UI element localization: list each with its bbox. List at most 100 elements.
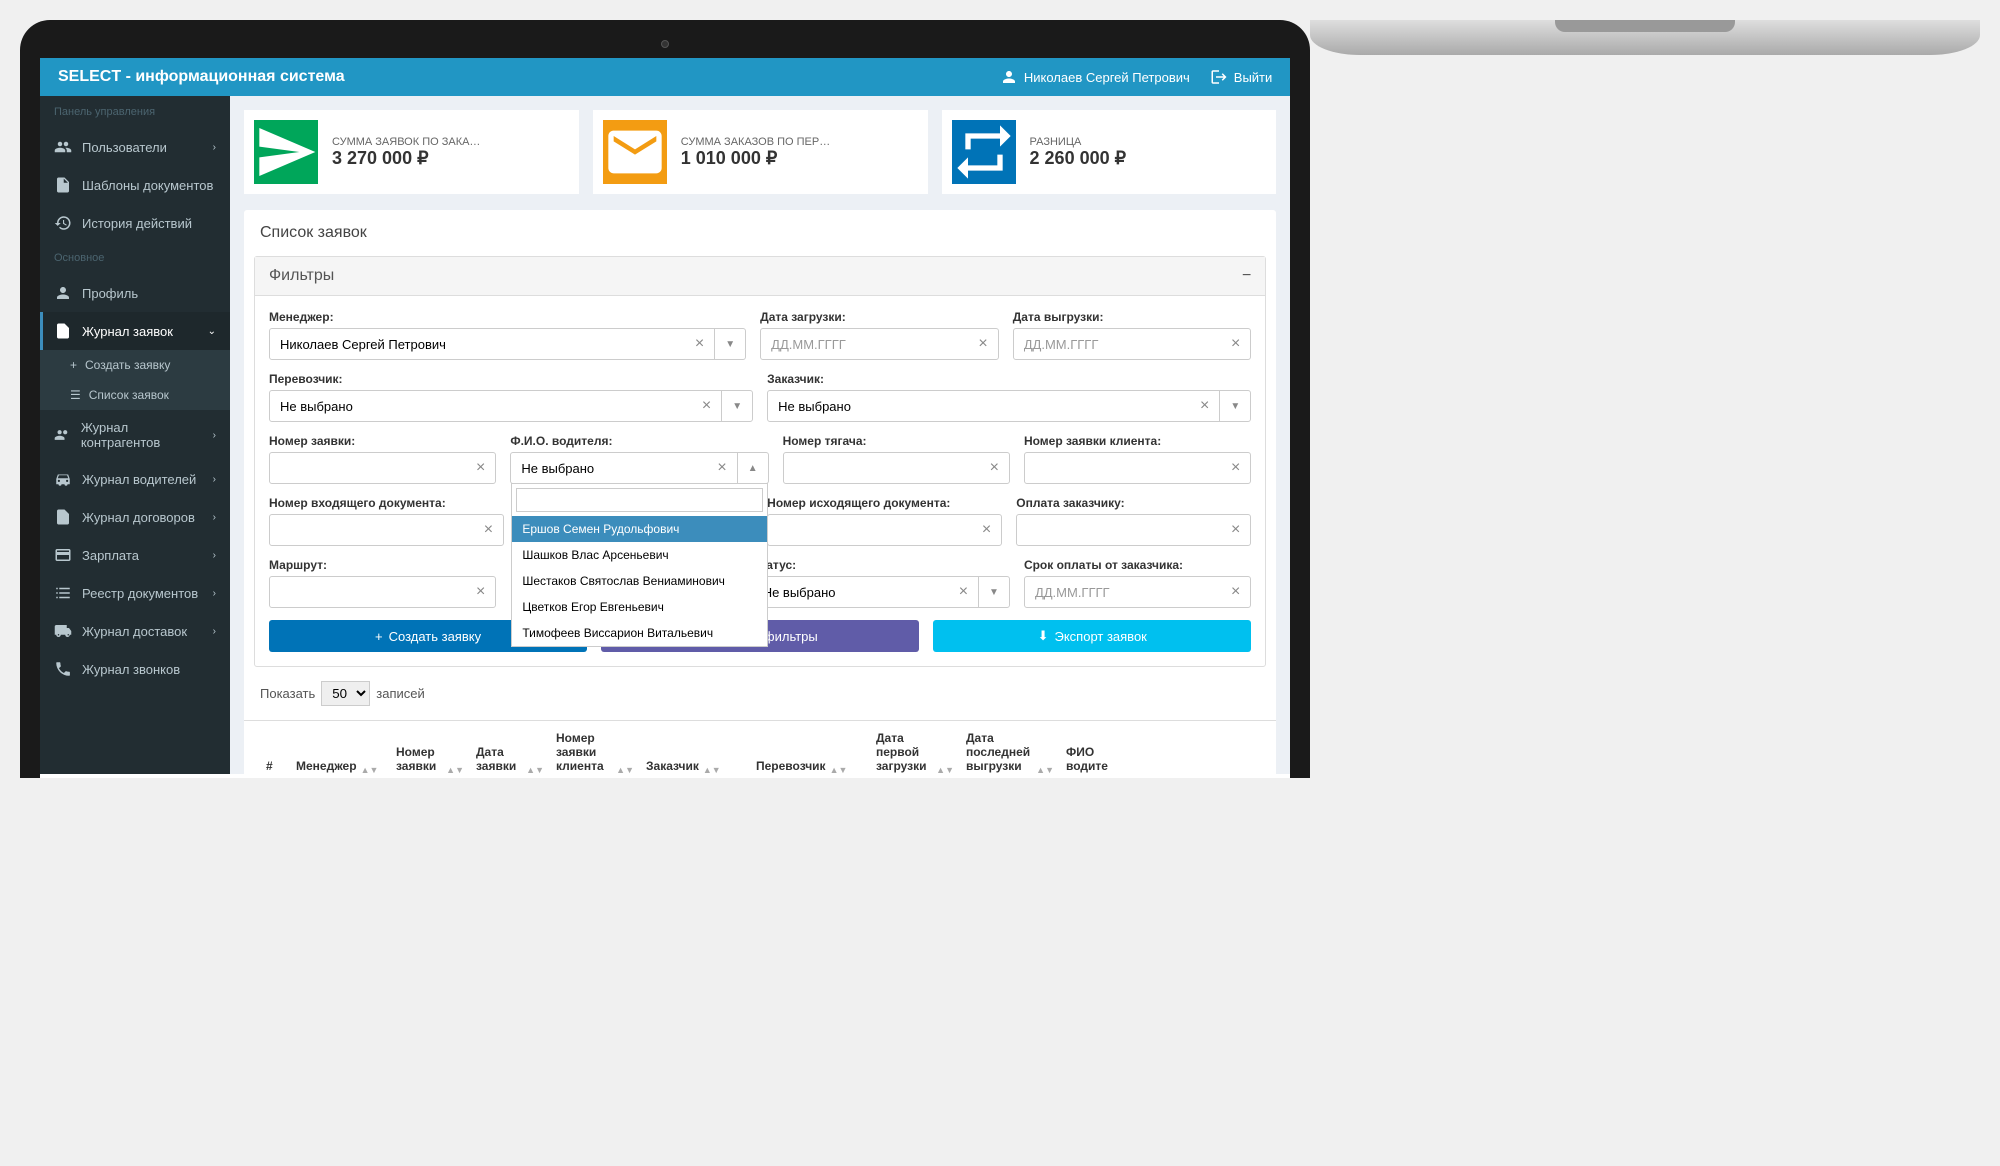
route-label: Маршрут:	[269, 558, 496, 572]
document-icon	[54, 322, 72, 340]
clear-icon[interactable]: ×	[685, 329, 715, 359]
sort-icon: ▲▼	[830, 767, 848, 773]
unload-date-input[interactable]: ×	[1013, 328, 1252, 360]
payment-input[interactable]: ×	[1016, 514, 1251, 546]
col-driver[interactable]: ФИО водите	[1060, 721, 1130, 774]
chevron-right-icon: ›	[213, 626, 216, 637]
sidebar-item-journal[interactable]: Журнал заявок⌄	[40, 312, 230, 350]
load-date-input[interactable]: ×	[760, 328, 999, 360]
clear-icon[interactable]: ×	[474, 515, 503, 545]
driver-label: Ф.И.О. водителя:	[510, 434, 768, 448]
stat-diff: РАЗНИЦА2 260 000 ₽	[942, 110, 1277, 194]
dropdown-option[interactable]: Цветков Егор Евгеньевич	[512, 594, 766, 620]
clear-icon[interactable]: ×	[980, 453, 1009, 483]
filters-header[interactable]: Фильтры −	[255, 257, 1265, 296]
dropdown-option[interactable]: Тимофеев Виссарион Витальевич	[512, 620, 766, 646]
chevron-right-icon: ›	[213, 512, 216, 523]
dropdown-icon[interactable]: ▼	[722, 391, 752, 421]
clear-icon[interactable]: ×	[707, 453, 737, 483]
sidebar-item-contragents[interactable]: Журнал контрагентов›	[40, 410, 230, 460]
clear-icon[interactable]: ×	[1221, 453, 1250, 483]
clear-icon[interactable]: ×	[1221, 329, 1250, 359]
status-label: Статус:	[752, 558, 1010, 572]
truck-label: Номер тягача:	[783, 434, 1010, 448]
sidebar-item-templates[interactable]: Шаблоны документов	[40, 166, 230, 204]
sidebar-item-salary[interactable]: Зарплата›	[40, 536, 230, 574]
sort-icon: ▲▼	[616, 767, 634, 773]
clear-icon[interactable]: ×	[1221, 577, 1250, 607]
dropdown-option[interactable]: Шашков Влас Арсеньевич	[512, 542, 766, 568]
col-num[interactable]: #	[260, 721, 290, 774]
dropdown-icon[interactable]: ▼	[715, 329, 745, 359]
deadline-label: Срок оплаты от заказчика:	[1024, 558, 1251, 572]
customer-select[interactable]: ×▼	[767, 390, 1251, 422]
users-icon	[54, 426, 71, 444]
payment-label: Оплата заказчику:	[1016, 496, 1251, 510]
col-manager[interactable]: Менеджер▲▼	[290, 721, 390, 774]
clear-icon[interactable]: ×	[466, 577, 495, 607]
truck-input[interactable]: ×	[783, 452, 1010, 484]
clear-icon[interactable]: ×	[692, 391, 722, 421]
sidebar-sub-list[interactable]: ☰Список заявок	[40, 380, 230, 410]
sidebar-item-delivery[interactable]: Журнал доставок›	[40, 612, 230, 650]
dropdown-option[interactable]: Шестаков Святослав Вениаминович	[512, 568, 766, 594]
profile-icon	[54, 284, 72, 302]
dropdown-icon[interactable]: ▼	[979, 577, 1009, 607]
sidebar-item-registry[interactable]: Реестр документов›	[40, 574, 230, 612]
col-last-unload[interactable]: Дата последней выгрузки▲▼	[960, 721, 1060, 774]
dropdown-icon[interactable]: ▼	[1220, 391, 1250, 421]
clear-icon[interactable]: ×	[972, 515, 1001, 545]
request-num-input[interactable]: ×	[269, 452, 496, 484]
sidebar-item-users[interactable]: Пользователи›	[40, 128, 230, 166]
sort-icon: ▲▼	[1036, 767, 1054, 773]
clear-icon[interactable]: ×	[949, 577, 979, 607]
sidebar-item-contracts[interactable]: Журнал договоров›	[40, 498, 230, 536]
route-input[interactable]: ×	[269, 576, 496, 608]
chevron-right-icon: ›	[213, 550, 216, 561]
phone-icon	[54, 660, 72, 678]
col-first-load[interactable]: Дата первой загрузки▲▼	[870, 721, 960, 774]
manager-select[interactable]: ×▼	[269, 328, 746, 360]
truck-icon	[54, 622, 72, 640]
sidebar-item-calls[interactable]: Журнал звонков	[40, 650, 230, 688]
clear-icon[interactable]: ×	[968, 329, 997, 359]
plus-icon: +	[375, 629, 383, 644]
deadline-input[interactable]: ×	[1024, 576, 1251, 608]
dropdown-search-input[interactable]	[516, 488, 762, 512]
sidebar-item-drivers[interactable]: Журнал водителей›	[40, 460, 230, 498]
document-icon	[54, 508, 72, 526]
customer-label: Заказчик:	[767, 372, 1251, 386]
incoming-input[interactable]: ×	[269, 514, 504, 546]
sidebar-sub-create[interactable]: +Создать заявку	[40, 350, 230, 380]
sort-icon: ▲▼	[703, 767, 721, 773]
clear-icon[interactable]: ×	[466, 453, 495, 483]
client-req-input[interactable]: ×	[1024, 452, 1251, 484]
clear-icon[interactable]: ×	[1221, 515, 1250, 545]
status-select[interactable]: ×▼	[752, 576, 1010, 608]
clear-icon[interactable]: ×	[1190, 391, 1220, 421]
driver-select[interactable]: ×▲ Ершов Семен Рудольфович Шашков Влас А…	[510, 452, 768, 484]
outgoing-input[interactable]: ×	[767, 514, 1002, 546]
chevron-down-icon: ⌄	[208, 326, 216, 337]
sidebar-item-history[interactable]: История действий	[40, 204, 230, 242]
driver-dropdown: Ершов Семен Рудольфович Шашков Влас Арсе…	[511, 483, 767, 647]
export-button[interactable]: ⬇Экспорт заявок	[933, 620, 1251, 652]
collapse-icon[interactable]: −	[1242, 267, 1251, 285]
page-size-select[interactable]: 50	[321, 681, 370, 706]
dropdown-option[interactable]: Ершов Семен Рудольфович	[512, 516, 766, 542]
file-icon	[54, 176, 72, 194]
carrier-select[interactable]: ×▼	[269, 390, 753, 422]
dropdown-icon[interactable]: ▲	[738, 453, 768, 483]
manager-label: Менеджер:	[269, 310, 746, 324]
col-customer[interactable]: Заказчик▲▼	[640, 721, 750, 774]
users-icon	[54, 138, 72, 156]
logout-button[interactable]: Выйти	[1210, 68, 1273, 86]
stat-orders: СУММА ЗАКАЗОВ ПО ПЕРЕ...1 010 000 ₽	[593, 110, 928, 194]
list-icon: ☰	[70, 388, 81, 402]
col-req-date[interactable]: Дата заявки▲▼	[470, 721, 550, 774]
col-client-num[interactable]: Номер заявки клиента▲▼	[550, 721, 640, 774]
col-req-num[interactable]: Номер заявки▲▼	[390, 721, 470, 774]
sidebar-item-profile[interactable]: Профиль	[40, 274, 230, 312]
col-carrier[interactable]: Перевозчик▲▼	[750, 721, 870, 774]
user-menu[interactable]: Николаев Сергей Петрович	[1000, 68, 1190, 86]
